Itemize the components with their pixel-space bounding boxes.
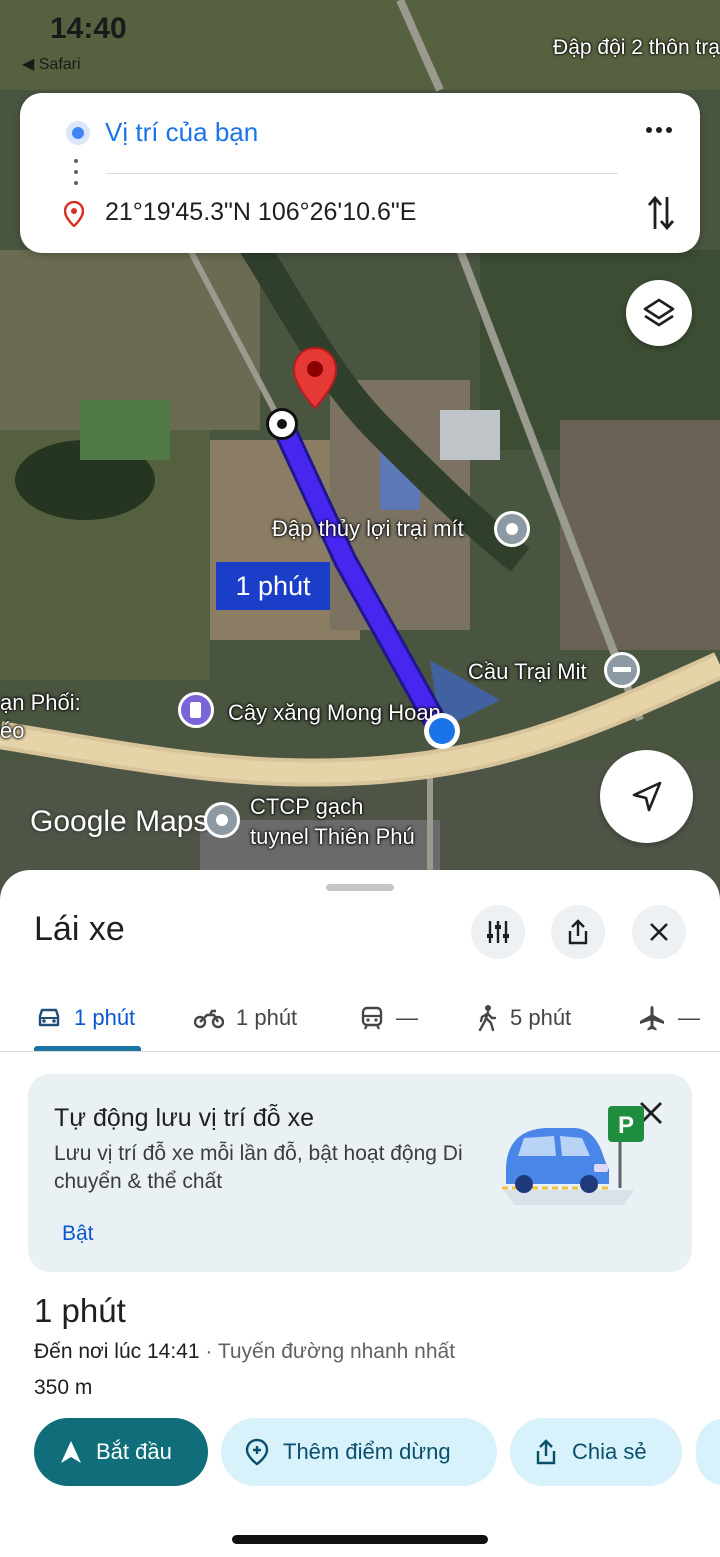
google-maps-logo: Google Maps: [30, 805, 209, 838]
company-poi-icon[interactable]: [204, 802, 240, 838]
map-label-company-2[interactable]: tuynel Thiên Phú: [250, 824, 415, 850]
map-label-top-right: Đập đội 2 thôn trạ: [553, 36, 720, 59]
start-label: Bắt đầu: [96, 1439, 172, 1464]
tab-walking[interactable]: 5 phút: [476, 998, 571, 1038]
share-button[interactable]: Chia sẻ: [510, 1418, 682, 1486]
travel-mode-tabs: 1 phút 1 phút — 5 phút —: [0, 988, 720, 1052]
tab-motorbike-label: 1 phút: [236, 1005, 298, 1030]
sheet-drag-handle[interactable]: [326, 884, 394, 891]
navigate-arrow-icon: [61, 1441, 81, 1463]
route-options-button[interactable]: [471, 905, 525, 959]
promo-title: Tự động lưu vị trí đỗ xe: [54, 1104, 314, 1132]
map-label-left-1: ạn Phối:: [0, 690, 81, 715]
destination-pin-icon[interactable]: [292, 346, 338, 410]
swap-directions-icon[interactable]: [646, 193, 676, 233]
route-eta: 1 phút: [34, 1292, 126, 1329]
add-stop-label: Thêm điểm dừng: [283, 1439, 451, 1464]
tab-transit-label: —: [396, 1005, 418, 1030]
layers-button[interactable]: [626, 280, 692, 346]
route-distance: 350 m: [34, 1376, 93, 1399]
transit-icon: [361, 1006, 383, 1030]
tune-icon: [487, 921, 509, 943]
tab-flight-label: —: [678, 1005, 700, 1030]
share-route-button[interactable]: [551, 905, 605, 959]
add-stop-button[interactable]: Thêm điểm dừng: [221, 1418, 497, 1486]
motorbike-icon: [194, 1009, 224, 1029]
tab-driving-label: 1 phút: [74, 1005, 136, 1030]
arrival-time: Đến nơi lúc 14:41: [34, 1340, 200, 1363]
gas-station-icon[interactable]: [178, 692, 214, 728]
map-label-dam[interactable]: Đập thủy lợi trại mít: [272, 516, 464, 542]
destination-pin-small-icon: [64, 201, 84, 227]
my-location-button[interactable]: [600, 750, 693, 843]
bridge-poi-icon[interactable]: [604, 652, 640, 688]
status-time: 14:40: [50, 12, 127, 45]
close-directions-button[interactable]: [632, 905, 686, 959]
parking-sign-letter: P: [618, 1112, 634, 1139]
map-view[interactable]: 14:40 ◀ Safari Đập đội 2 thôn trạ 1 phút…: [0, 0, 720, 900]
directions-sheet: Lái xe 1 phút 1 phút — 5 phút — Tự động …: [0, 870, 720, 1557]
more-options-icon[interactable]: [644, 115, 674, 145]
tab-motorbike[interactable]: 1 phút: [194, 998, 297, 1038]
walk-icon: [478, 1005, 497, 1032]
tab-walking-label: 5 phút: [510, 1005, 572, 1030]
sheet-title: Lái xe: [34, 910, 125, 948]
origin-dot-icon: [66, 121, 90, 145]
close-icon: [650, 923, 668, 941]
map-label-left-2: éo: [0, 718, 25, 743]
add-location-icon: [245, 1438, 269, 1466]
destination-field[interactable]: 21°19'45.3"N 106°26'10.6"E: [105, 198, 416, 227]
tab-flight[interactable]: —: [638, 998, 700, 1038]
active-tab-indicator: [34, 1046, 141, 1051]
route-note: · Tuyến đường nhanh nhất: [199, 1340, 456, 1363]
share-icon: [568, 919, 588, 945]
car-icon: [38, 1008, 60, 1027]
share-upload-icon: [536, 1439, 556, 1465]
layers-icon: [643, 298, 675, 327]
map-label-company-1[interactable]: CTCP gạch: [250, 794, 363, 820]
tab-transit[interactable]: —: [360, 998, 418, 1038]
status-bar: 14:40 ◀ Safari Đập đội 2 thôn trạ: [0, 0, 720, 80]
map-label-bridge[interactable]: Cầu Trại Mit: [468, 659, 587, 685]
arrival-info: Đến nơi lúc 14:41 · Tuyến đường nhanh nh…: [34, 1340, 455, 1364]
route-duration-badge[interactable]: 1 phút: [216, 562, 330, 610]
more-actions-chip[interactable]: [696, 1418, 720, 1486]
origin-field[interactable]: Vị trí của bạn: [105, 117, 258, 148]
share-label: Chia sẻ: [572, 1439, 647, 1464]
parking-promo-card: Tự động lưu vị trí đỗ xe Lưu vị trí đỗ x…: [28, 1074, 692, 1272]
home-indicator[interactable]: [232, 1535, 488, 1544]
back-to-safari[interactable]: ◀ Safari: [22, 54, 81, 74]
route-dots-icon: [73, 159, 79, 189]
directions-card: Vị trí của bạn 21°19'45.3"N 106°26'10.6"…: [20, 93, 700, 253]
dam-poi-icon[interactable]: [494, 511, 530, 547]
map-label-gas-station[interactable]: Cây xăng Mong Hoan: [228, 700, 441, 726]
navigation-arrow-icon: [632, 781, 662, 812]
plane-icon: [640, 1006, 664, 1031]
promo-body: Lưu vị trí đỗ xe mỗi lần đỗ, bật hoạt độ…: [54, 1142, 463, 1193]
route-start-marker: [266, 408, 298, 440]
promo-enable-link[interactable]: Bật: [62, 1222, 94, 1246]
start-navigation-button[interactable]: Bắt đầu: [34, 1418, 208, 1486]
current-location-dot: [424, 713, 460, 749]
tab-driving[interactable]: 1 phút: [36, 998, 135, 1038]
parked-car-illustration: P: [502, 1106, 644, 1205]
field-divider: [106, 173, 618, 174]
